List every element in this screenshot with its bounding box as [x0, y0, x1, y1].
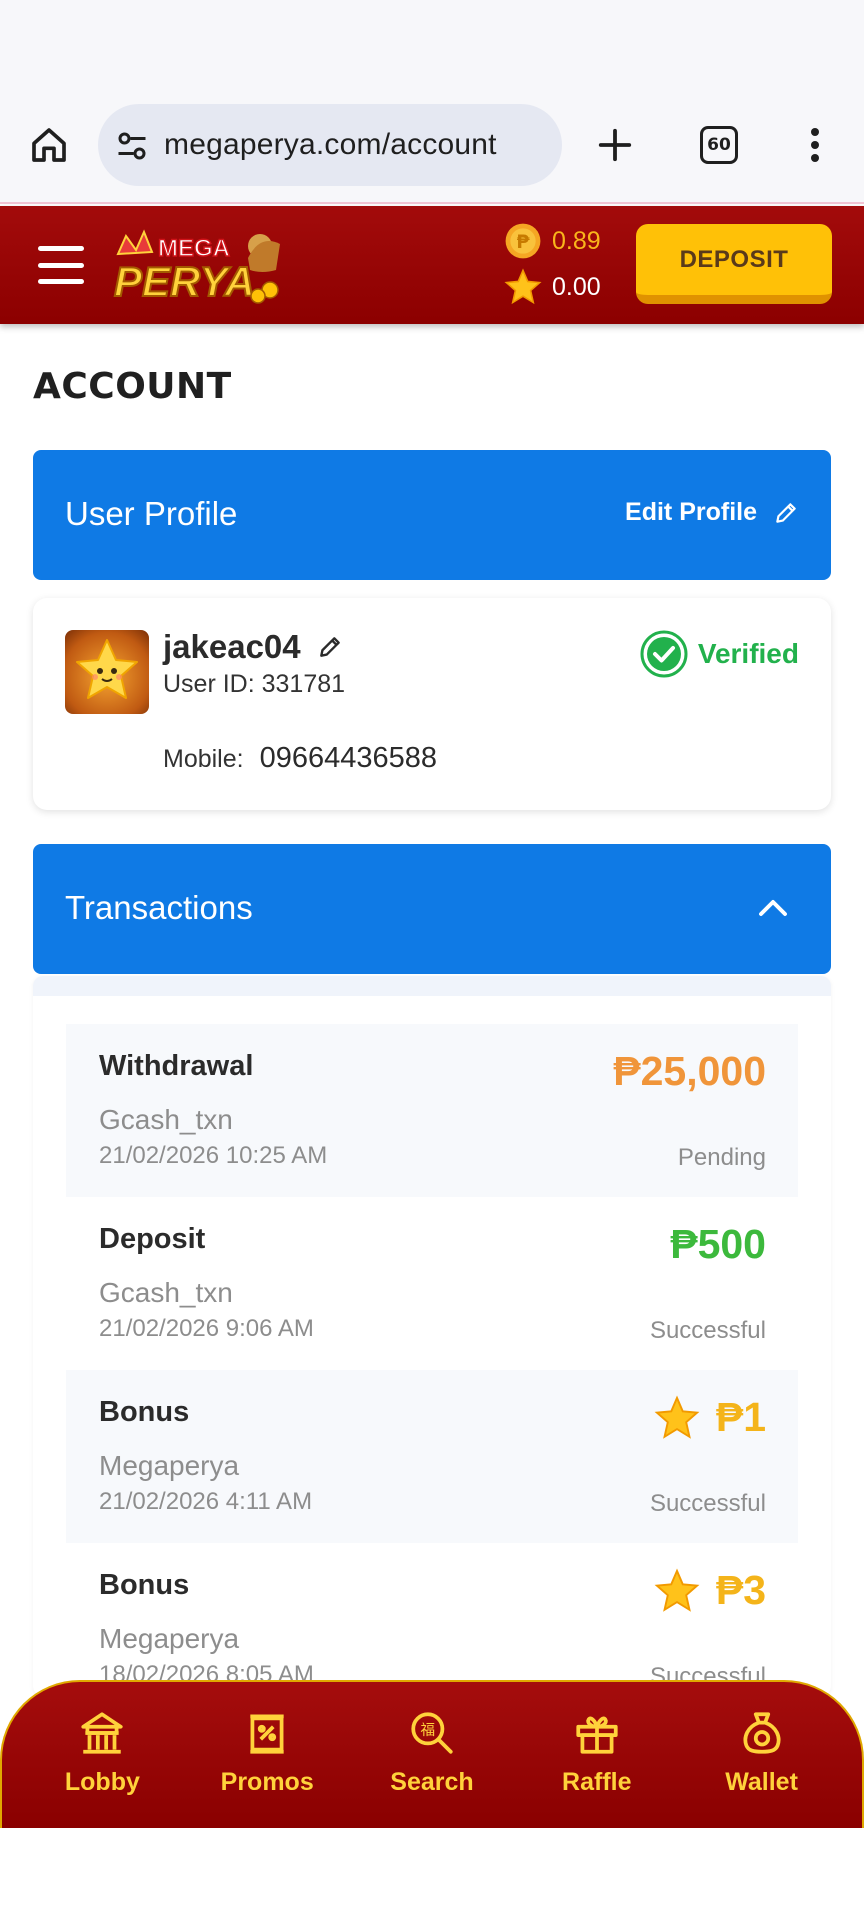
new-tab-button[interactable]: [592, 122, 638, 168]
user-id: User ID: 331781: [163, 670, 346, 698]
nav-lobby[interactable]: Lobby: [27, 1682, 177, 1828]
more-dot: [811, 154, 819, 162]
transaction-amount: ₱500: [670, 1221, 766, 1268]
tab-count: 60: [700, 126, 738, 164]
username-text: jakeac04: [163, 628, 301, 665]
home-icon: [32, 128, 66, 162]
chevron-up-icon[interactable]: [755, 890, 791, 926]
mobile-label: Mobile:: [163, 745, 244, 773]
transactions-header[interactable]: Transactions: [33, 844, 831, 974]
status-bar-area: [0, 0, 864, 100]
user-profile-header: User Profile Edit Profile: [33, 450, 831, 580]
bottom-blank-area: [0, 1828, 864, 1920]
transaction-amount: ₱1: [654, 1394, 766, 1441]
menu-icon[interactable]: [38, 246, 84, 284]
money-bag-icon: [743, 1712, 781, 1754]
transaction-date: 21/02/2026 10:25 AM: [99, 1142, 328, 1169]
plus-icon: [598, 128, 632, 162]
nav-wallet-label: Wallet: [725, 1768, 798, 1796]
page: megaperya.com/account 60 MEGA PERYA ₱ 0.…: [0, 0, 864, 1920]
logo-text-main: PERYA: [114, 258, 255, 305]
verified-badge: Verified: [640, 630, 799, 678]
transaction-row[interactable]: Bonus Megaperya 21/02/2026 4:11 AM ₱1 Succes…: [66, 1370, 798, 1543]
svg-text:福: 福: [421, 1722, 436, 1739]
transaction-amount: ₱3: [654, 1567, 766, 1614]
transaction-type: Deposit: [99, 1223, 206, 1255]
mobile-row: Mobile: 09664436588: [163, 742, 437, 775]
pencil-icon: [776, 502, 796, 523]
transaction-status: Pending: [677, 1144, 766, 1171]
transaction-row[interactable]: Deposit Gcash_txn 21/02/2026 9:06 AM ₱500 Su…: [66, 1197, 798, 1370]
transaction-amount-value: ₱25,000: [613, 1048, 766, 1094]
coin-balance-value: 0.89: [552, 226, 601, 255]
transactions-title: Transactions: [65, 889, 253, 926]
deposit-button[interactable]: DEPOSIT: [636, 224, 832, 304]
transaction-date: 21/02/2026 9:06 AM: [99, 1315, 314, 1342]
tab-switcher-button[interactable]: 60: [696, 122, 742, 168]
megaperya-logo[interactable]: MEGA PERYA: [110, 224, 288, 308]
transaction-source: Gcash_txn: [99, 1277, 233, 1308]
gift-icon: [576, 1716, 618, 1754]
transaction-type: Withdrawal: [99, 1050, 254, 1082]
transaction-type: Bonus: [99, 1396, 190, 1428]
transaction-date: 21/02/2026 4:11 AM: [99, 1488, 313, 1515]
transaction-amount-value: ₱3: [715, 1567, 766, 1613]
bottom-nav: Lobby Promos 福 Search Raffle Wallet: [0, 1680, 864, 1828]
search-icon: 福: [411, 1712, 453, 1754]
user-profile-card: jakeac04 User ID: 331781 Verified Mobile…: [33, 598, 831, 810]
mobile-value: 09664436588: [259, 742, 438, 774]
coin-icon: ₱: [505, 223, 541, 259]
transaction-amount-value: ₱500: [670, 1221, 766, 1267]
temple-icon: [81, 1712, 124, 1754]
transaction-type: Bonus: [99, 1569, 190, 1601]
svg-text:₱: ₱: [516, 231, 530, 253]
transaction-amount-value: ₱1: [715, 1394, 766, 1440]
transaction-source: Megaperya: [99, 1623, 240, 1654]
transactions-panel: Withdrawal Gcash_txn 21/02/2026 10:25 AM ₱2…: [33, 976, 831, 1696]
edit-profile-button[interactable]: Edit Profile: [625, 498, 799, 527]
transaction-status: Successful: [649, 1490, 766, 1517]
edit-username-icon[interactable]: [317, 634, 343, 660]
star-avatar-icon: [76, 639, 138, 699]
transaction-amount: ₱25,000: [613, 1048, 766, 1095]
site-settings-icon[interactable]: [114, 128, 150, 164]
star-balance: 0.00: [504, 268, 601, 306]
nav-search-label: Search: [390, 1768, 474, 1796]
nav-raffle-label: Raffle: [562, 1768, 632, 1796]
avatar[interactable]: [65, 630, 149, 714]
app-header: MEGA PERYA ₱ 0.89 0.00 DEPOSIT: [0, 206, 864, 324]
transaction-source: Gcash_txn: [99, 1104, 233, 1135]
more-dot: [811, 141, 819, 149]
transactions-list: Withdrawal Gcash_txn 21/02/2026 10:25 AM ₱2…: [66, 1024, 798, 1716]
promo-scroll-icon: [250, 1714, 284, 1754]
nav-promos[interactable]: Promos: [192, 1682, 342, 1828]
star-icon: [504, 268, 542, 305]
more-dot: [811, 128, 819, 136]
username: jakeac04: [163, 628, 343, 666]
nav-wallet[interactable]: Wallet: [687, 1682, 837, 1828]
coin-balance: ₱ 0.89: [504, 222, 601, 260]
nav-lobby-label: Lobby: [64, 1768, 140, 1796]
transaction-row[interactable]: Withdrawal Gcash_txn 21/02/2026 10:25 AM ₱2…: [66, 1024, 798, 1197]
browser-toolbar: megaperya.com/account 60: [0, 100, 864, 204]
check-circle-icon: [640, 630, 688, 678]
transaction-source: Megaperya: [99, 1450, 240, 1481]
browser-menu-button[interactable]: [800, 122, 830, 168]
star-icon: [654, 1567, 700, 1612]
browser-home-button[interactable]: [26, 122, 72, 168]
page-title: ACCOUNT: [33, 366, 232, 407]
star-balance-value: 0.00: [552, 272, 601, 301]
nav-search[interactable]: 福 Search: [357, 1682, 507, 1828]
nav-promos-label: Promos: [220, 1768, 314, 1796]
verified-label: Verified: [697, 638, 799, 669]
address-bar[interactable]: megaperya.com/account: [98, 104, 562, 186]
url-text[interactable]: megaperya.com/account: [164, 128, 497, 162]
nav-raffle[interactable]: Raffle: [522, 1682, 672, 1828]
transaction-status: Successful: [649, 1317, 766, 1344]
user-profile-title: User Profile: [65, 495, 238, 532]
edit-profile-label: Edit Profile: [625, 498, 757, 526]
star-icon: [654, 1394, 700, 1439]
